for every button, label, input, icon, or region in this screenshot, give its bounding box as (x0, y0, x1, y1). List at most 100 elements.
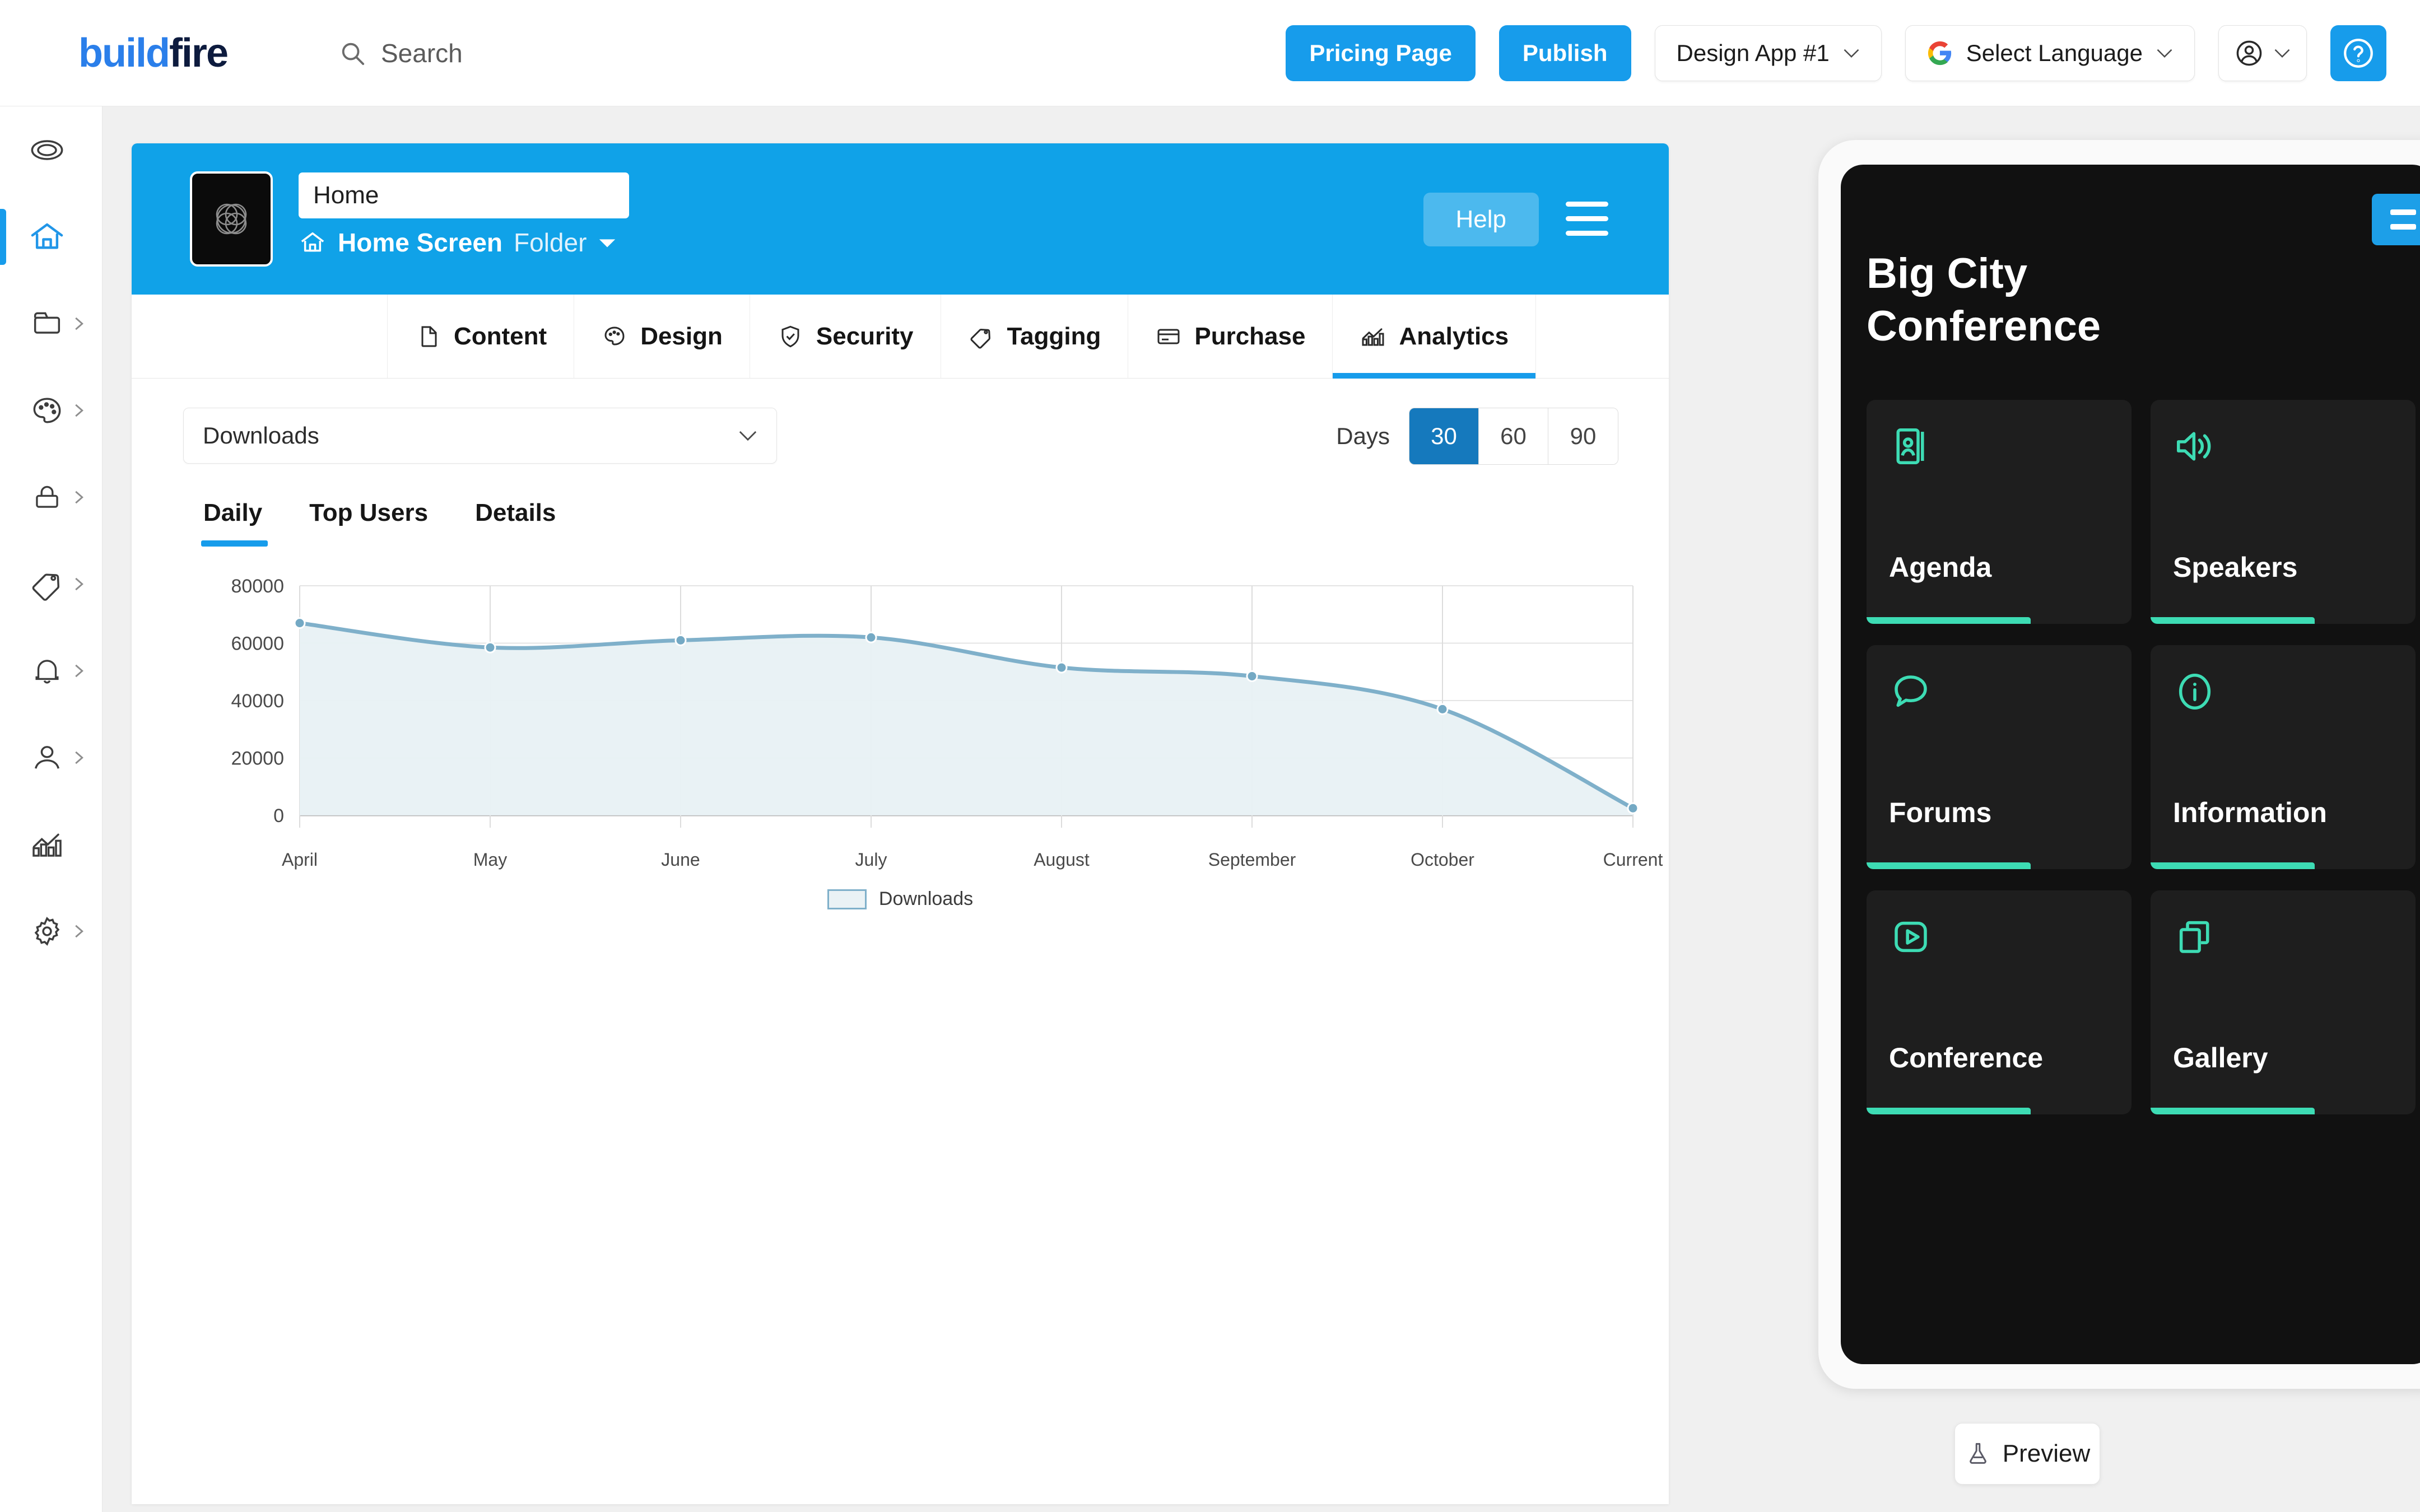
app-icon-thumbnail[interactable] (190, 171, 273, 267)
global-search[interactable]: Search (339, 38, 463, 68)
preview-hamburger-icon[interactable] (2372, 194, 2420, 245)
device-preview-frame: Big City Conference Agenda Speakers Foru… (1818, 140, 2420, 1389)
palette-icon (26, 389, 68, 432)
days-option-30[interactable]: 30 (1409, 408, 1479, 464)
search-icon (339, 40, 365, 66)
chat-bubble-icon (1895, 675, 1927, 707)
publish-button[interactable]: Publish (1498, 25, 1631, 81)
tab-label: Content (454, 322, 547, 350)
tab-label: Security (816, 322, 914, 350)
chevron-right-icon (75, 491, 83, 503)
preview-button[interactable]: Preview (1954, 1423, 2100, 1485)
tab-design[interactable]: Design (574, 295, 750, 378)
play-square-icon (1895, 921, 1927, 953)
tile-label: Agenda (1889, 552, 1992, 583)
svg-text:September: September (1208, 850, 1296, 870)
preview-tile-conference[interactable]: Conference (1867, 890, 2132, 1114)
speaker-icon (2176, 432, 2211, 461)
gear-icon (26, 910, 68, 953)
tag-icon (970, 328, 990, 348)
tile-accent-bar (2151, 1108, 2315, 1114)
sidebar-item-security[interactable] (0, 454, 102, 540)
svg-text:Current: Current (1603, 850, 1663, 870)
legend-label-downloads: Downloads (878, 888, 974, 909)
caret-down-icon (599, 239, 616, 248)
preview-tile-grid: Agenda Speakers Forums Information Confe… (1867, 400, 2416, 1114)
home-icon (26, 216, 68, 258)
preview-tile-agenda[interactable]: Agenda (1867, 400, 2132, 624)
chevron-down-icon (2157, 49, 2172, 58)
subtab-details[interactable]: Details (452, 479, 579, 547)
chevron-right-icon (75, 317, 83, 330)
sidebar-item-users[interactable] (0, 714, 102, 801)
buildfire-logo[interactable]: buildfire (78, 30, 229, 76)
question-mark-icon (2344, 38, 2373, 68)
preview-tile-forums[interactable]: Forums (1867, 645, 2132, 869)
tab-label: Analytics (1399, 322, 1509, 350)
days-label: Days (1336, 423, 1390, 449)
tile-label: Information (2173, 797, 2327, 828)
account-menu-button[interactable] (2218, 25, 2307, 81)
left-icon-rail (0, 106, 103, 1512)
shield-icon (781, 325, 799, 347)
days-option-60[interactable]: 60 (1479, 408, 1548, 464)
days-segmented-control: 30 60 90 (1409, 408, 1618, 465)
tile-accent-bar (1867, 1108, 2031, 1114)
downloads-area-chart: 0 20000 40000 60000 80000 April May June July Aug… (132, 569, 1669, 927)
metric-select-value: Downloads (203, 422, 319, 449)
tab-label: Design (640, 322, 723, 350)
bell-icon (26, 650, 68, 692)
days-option-90[interactable]: 90 (1548, 408, 1618, 464)
subtab-top-users[interactable]: Top Users (286, 479, 452, 547)
tab-analytics[interactable]: Analytics (1332, 295, 1537, 379)
legend-swatch-downloads (827, 889, 867, 909)
breadcrumb-screen-label: Home Screen (338, 228, 503, 257)
tile-label: Gallery (2173, 1042, 2268, 1074)
pricing-page-button[interactable]: Pricing Page (1286, 25, 1476, 81)
sidebar-item-design[interactable] (0, 367, 102, 454)
language-selector-label: Select Language (1966, 39, 2143, 66)
help-circle-button[interactable] (2330, 25, 2386, 81)
tab-purchase[interactable]: Purchase (1128, 295, 1332, 378)
language-selector-dropdown[interactable]: Select Language (1905, 25, 2195, 81)
logo-text-build: build (78, 30, 170, 76)
user-avatar-icon (2236, 40, 2262, 66)
logo-text-fire: fire (169, 30, 229, 76)
info-circle-icon (2179, 673, 2211, 710)
chevron-down-icon (739, 431, 757, 441)
svg-text:June: June (661, 850, 700, 870)
overlapping-circles-logo-icon (216, 203, 247, 235)
card-icon (1157, 329, 1180, 344)
tile-accent-bar (2151, 862, 2315, 869)
app-selector-dropdown[interactable]: Design App #1 (1654, 25, 1882, 81)
sidebar-item-tagging[interactable] (0, 540, 102, 627)
preview-tile-speakers[interactable]: Speakers (2151, 400, 2416, 624)
sidebar-item-content[interactable] (0, 280, 102, 367)
preview-tile-gallery[interactable]: Gallery (2151, 890, 2416, 1114)
svg-text:May: May (473, 850, 507, 870)
breadcrumb[interactable]: Home Screen Folder (299, 227, 617, 258)
sidebar-item-home[interactable] (0, 193, 102, 280)
sidebar-item-notifications[interactable] (0, 627, 102, 714)
person-icon (26, 736, 68, 779)
app-help-button[interactable]: Help (1423, 193, 1539, 246)
tab-content[interactable]: Content (387, 295, 574, 378)
app-title-input[interactable] (299, 172, 629, 218)
svg-text:October: October (1411, 850, 1474, 870)
app-header-bar: Home Screen Folder Help (132, 143, 1669, 295)
tab-security[interactable]: Security (749, 295, 941, 378)
preview-tile-information[interactable]: Information (2151, 645, 2416, 869)
sidebar-item-settings[interactable] (0, 888, 102, 974)
subtab-daily[interactable]: Daily (183, 479, 286, 547)
analytics-subtabs: Daily Top Users Details (132, 479, 1669, 547)
bar-chart-icon (26, 823, 68, 866)
svg-text:April: April (282, 850, 318, 870)
app-menu-hamburger-icon[interactable] (1566, 202, 1608, 236)
tab-tagging[interactable]: Tagging (940, 295, 1128, 378)
tile-accent-bar (1867, 617, 2031, 624)
sidebar-item-dashboard[interactable] (0, 106, 102, 193)
sidebar-item-analytics[interactable] (0, 801, 102, 888)
chevron-right-icon (75, 664, 83, 677)
breadcrumb-folder-label: Folder (514, 228, 587, 257)
metric-select[interactable]: Downloads (183, 408, 777, 464)
